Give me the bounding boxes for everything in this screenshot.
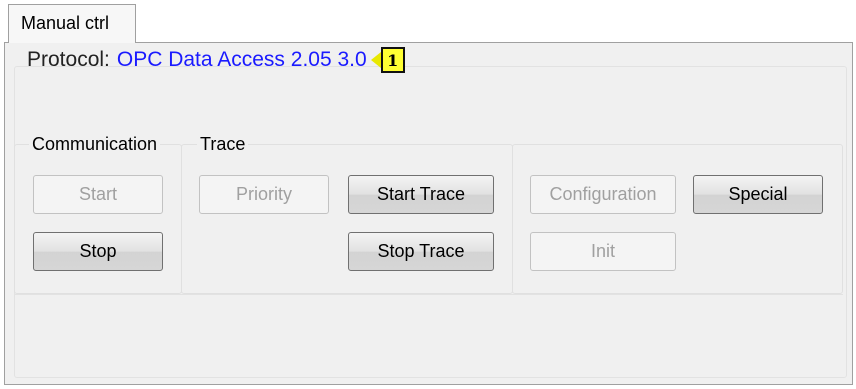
callout-badge: 1	[370, 47, 405, 73]
tab-label: Manual ctrl	[21, 13, 110, 33]
special-button[interactable]: Special	[693, 175, 823, 214]
trace-section: Trace	[181, 133, 513, 294]
trace-title: Trace	[197, 133, 249, 155]
communication-section: Communication	[14, 133, 182, 294]
protocol-label: Protocol:	[27, 48, 110, 71]
callout-number: 1	[380, 47, 405, 73]
priority-button[interactable]: Priority	[199, 175, 329, 214]
bottom-strip	[14, 294, 843, 337]
stop-trace-button[interactable]: Stop Trace	[348, 232, 494, 271]
communication-title: Communication	[29, 133, 161, 155]
protocol-line: Protocol: OPC Data Access 2.05 3.0 1	[27, 47, 405, 73]
configuration-button[interactable]: Configuration	[530, 175, 676, 214]
tab-manual-ctrl[interactable]: Manual ctrl	[8, 4, 136, 43]
protocol-value: OPC Data Access 2.05 3.0	[116, 48, 367, 71]
init-button[interactable]: Init	[530, 232, 676, 271]
start-button[interactable]: Start	[33, 175, 163, 214]
stop-button[interactable]: Stop	[33, 232, 163, 271]
start-trace-button[interactable]: Start Trace	[348, 175, 494, 214]
configuration-section	[512, 144, 843, 294]
callout-arrow-icon	[370, 52, 381, 68]
